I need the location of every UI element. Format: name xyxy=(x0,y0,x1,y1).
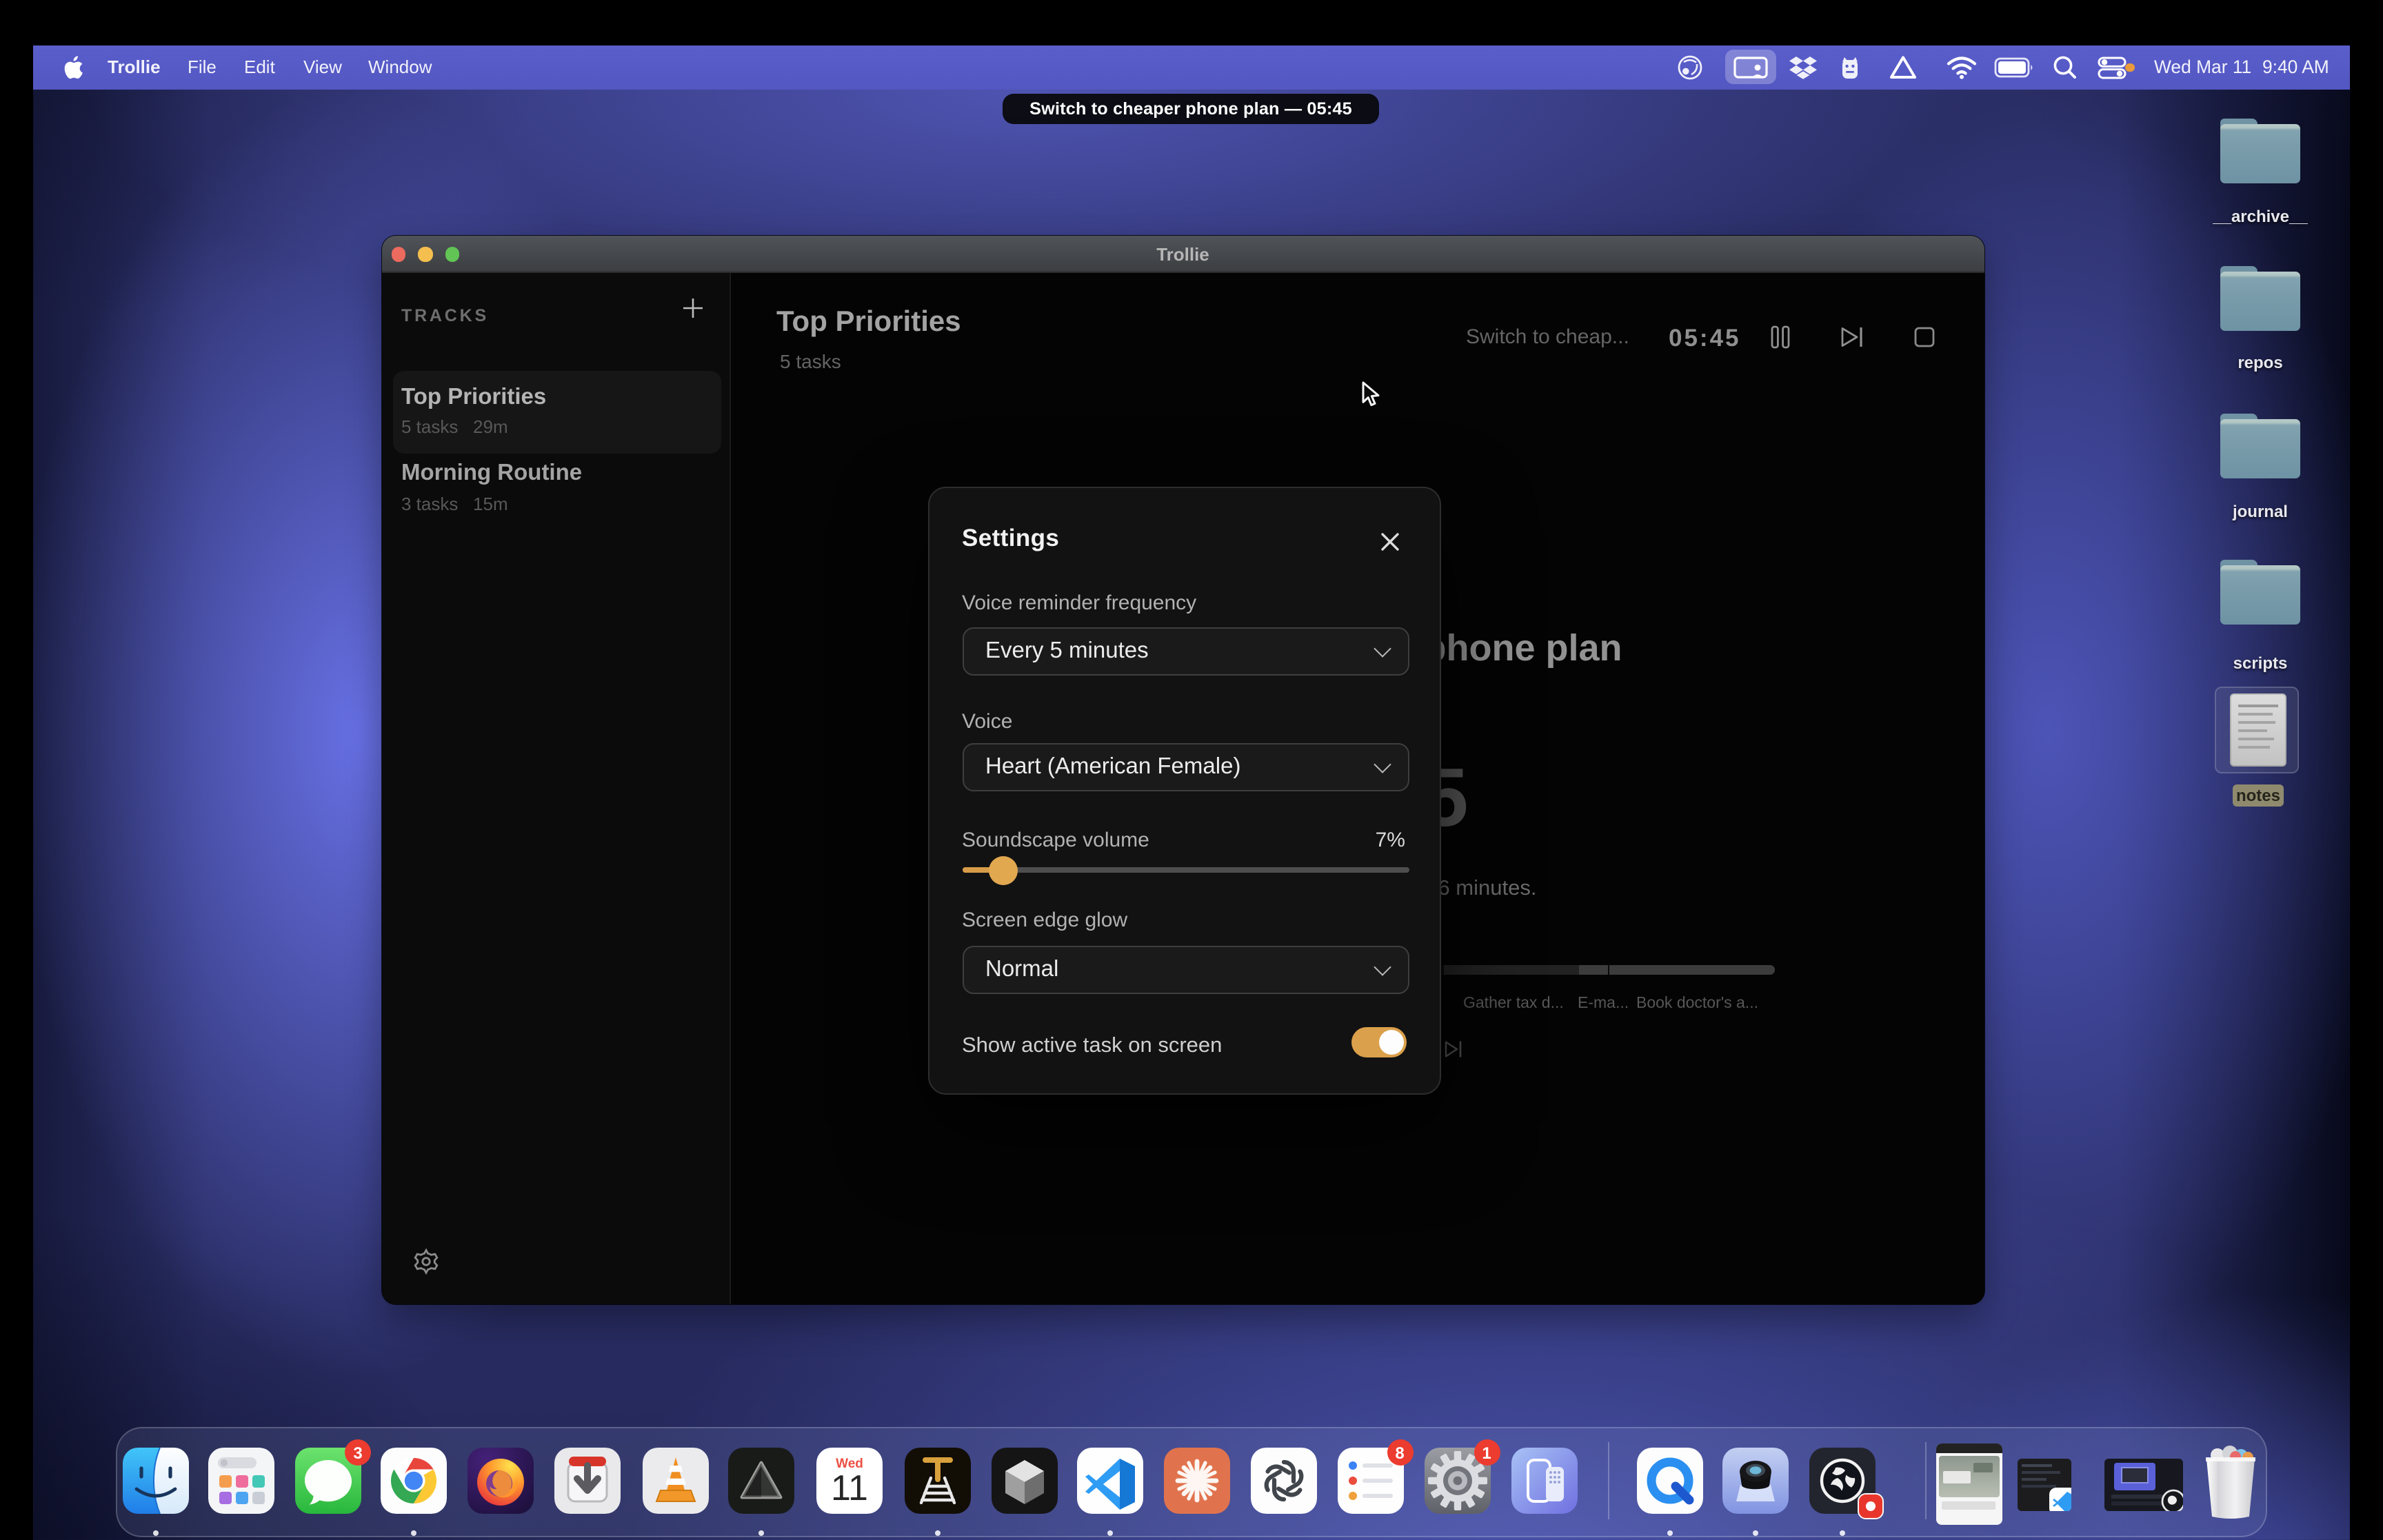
svg-text:11: 11 xyxy=(831,1468,868,1508)
